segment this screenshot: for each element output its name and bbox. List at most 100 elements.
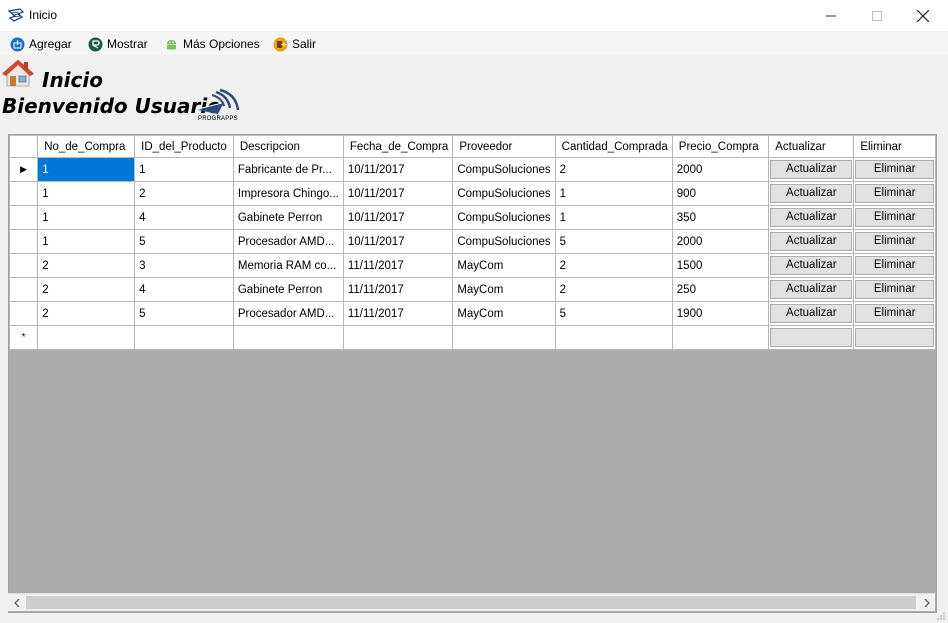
column-header[interactable]: Cantidad_Comprada: [554, 135, 673, 158]
table-row[interactable]: 1 4 Gabinete Perron 10/11/2017 CompuSolucion…: [9, 205, 936, 230]
grid-cell[interactable]: 5: [134, 301, 234, 326]
column-header[interactable]: No_de_Compra: [37, 135, 136, 158]
update-button[interactable]: Actualizar: [770, 256, 853, 275]
row-header[interactable]: [9, 253, 39, 278]
grid-cell[interactable]: 10/11/2017: [342, 229, 454, 254]
grid-cell[interactable]: 2: [134, 181, 234, 206]
grid-cell[interactable]: 2: [554, 277, 673, 302]
grid-cell[interactable]: Fabricante de Pr...: [232, 157, 344, 182]
grid-cell[interactable]: CompuSoluciones: [452, 229, 556, 254]
grid-cell[interactable]: 250: [671, 277, 770, 302]
maximize-button[interactable]: [854, 0, 900, 31]
grid-cell[interactable]: Impresora Chingo...: [232, 181, 344, 206]
grid-cell[interactable]: 900: [671, 181, 770, 206]
corner-header[interactable]: [9, 135, 39, 158]
update-button[interactable]: Actualizar: [770, 160, 853, 179]
row-header[interactable]: [9, 205, 39, 230]
table-row[interactable]: 2 5 Procesador AMD... 11/11/2017 MayCom 5 1900…: [9, 301, 936, 326]
grid-cell[interactable]: 1: [37, 205, 136, 230]
menu-mas-opciones[interactable]: Más Opciones: [164, 35, 260, 53]
grid-cell[interactable]: 3: [134, 253, 234, 278]
grid-cell[interactable]: 5: [134, 229, 234, 254]
table-row[interactable]: ▶ 1 1 Fabricante de Pr... 10/11/2017 CompuSol…: [9, 157, 936, 182]
grid-cell[interactable]: CompuSoluciones: [452, 181, 556, 206]
table-row[interactable]: 2 4 Gabinete Perron 11/11/2017 MayCom 2 250 Act…: [9, 277, 936, 302]
grid-cell[interactable]: MayCom: [452, 253, 556, 278]
update-button[interactable]: Actualizar: [770, 184, 853, 203]
table-row[interactable]: 1 5 Procesador AMD... 10/11/2017 CompuSoluci…: [9, 229, 936, 254]
grid-cell[interactable]: CompuSoluciones: [452, 157, 556, 182]
grid-cell[interactable]: [342, 325, 454, 350]
grid-cell[interactable]: 1: [37, 181, 136, 206]
grid-cell[interactable]: [37, 325, 136, 350]
grid-cell[interactable]: 2000: [671, 229, 770, 254]
grid-cell[interactable]: 10/11/2017: [342, 181, 454, 206]
table-row[interactable]: 2 3 Memoria RAM co... 11/11/2017 MayCom 2 1500…: [9, 253, 936, 278]
grid-cell[interactable]: 11/11/2017: [342, 253, 454, 278]
row-header[interactable]: [9, 301, 39, 326]
grid-cell[interactable]: 4: [134, 277, 234, 302]
delete-button[interactable]: Eliminar: [855, 280, 934, 299]
grid-cell[interactable]: MayCom: [452, 277, 556, 302]
scroll-right-button[interactable]: [918, 594, 935, 611]
grid-cell[interactable]: [134, 325, 234, 350]
menu-mostrar[interactable]: Mostrar: [88, 35, 148, 53]
update-button[interactable]: [770, 328, 853, 347]
column-header[interactable]: Fecha_de_Compra: [342, 135, 454, 158]
delete-button[interactable]: [855, 328, 934, 347]
grid-cell[interactable]: 2: [37, 301, 136, 326]
delete-button[interactable]: Eliminar: [855, 256, 934, 275]
column-header[interactable]: Actualizar: [768, 135, 855, 158]
grid-cell[interactable]: [232, 325, 344, 350]
grid-cell[interactable]: 2000: [671, 157, 770, 182]
delete-button[interactable]: Eliminar: [855, 304, 934, 323]
column-header[interactable]: Descripcion: [232, 135, 344, 158]
grid-cell[interactable]: 1: [554, 181, 673, 206]
column-header[interactable]: Proveedor: [452, 135, 556, 158]
resize-grip-icon[interactable]: [936, 611, 946, 621]
column-header[interactable]: Eliminar: [853, 135, 936, 158]
grid-cell[interactable]: Gabinete Perron: [232, 205, 344, 230]
menu-salir[interactable]: Salir: [273, 35, 316, 53]
current-row-indicator[interactable]: ▶: [9, 157, 39, 182]
update-button[interactable]: Actualizar: [770, 208, 853, 227]
update-button[interactable]: Actualizar: [770, 232, 853, 251]
grid-cell[interactable]: 10/11/2017: [342, 157, 454, 182]
grid-cell[interactable]: 350: [671, 205, 770, 230]
grid-cell[interactable]: 1500: [671, 253, 770, 278]
grid-cell[interactable]: MayCom: [452, 301, 556, 326]
delete-button[interactable]: Eliminar: [855, 184, 934, 203]
table-row[interactable]: 1 2 Impresora Chingo... 10/11/2017 CompuSolu…: [9, 181, 936, 206]
grid-cell[interactable]: 2: [37, 253, 136, 278]
close-button[interactable]: [900, 0, 946, 31]
new-row[interactable]: *: [9, 325, 936, 350]
scrollbar-thumb[interactable]: [26, 596, 916, 609]
delete-button[interactable]: Eliminar: [855, 160, 934, 179]
grid-cell[interactable]: 10/11/2017: [342, 205, 454, 230]
row-header[interactable]: [9, 277, 39, 302]
grid-cell[interactable]: 11/11/2017: [342, 277, 454, 302]
row-header[interactable]: [9, 229, 39, 254]
grid-cell[interactable]: 1: [554, 205, 673, 230]
new-row-indicator[interactable]: *: [9, 325, 39, 350]
delete-button[interactable]: Eliminar: [855, 232, 934, 251]
grid-cell[interactable]: 2: [37, 277, 136, 302]
grid-cell[interactable]: [671, 325, 770, 350]
scroll-left-button[interactable]: [8, 594, 25, 611]
grid-cell[interactable]: 2: [554, 157, 673, 182]
grid-cell[interactable]: Procesador AMD...: [232, 229, 344, 254]
minimize-button[interactable]: [808, 0, 854, 31]
row-header[interactable]: [9, 181, 39, 206]
grid-cell[interactable]: 1: [37, 229, 136, 254]
grid-cell[interactable]: 11/11/2017: [342, 301, 454, 326]
grid-cell[interactable]: Memoria RAM co...: [232, 253, 344, 278]
column-header[interactable]: Precio_Compra: [671, 135, 770, 158]
grid-cell[interactable]: 1: [134, 157, 234, 182]
grid-cell[interactable]: 5: [554, 301, 673, 326]
grid-cell[interactable]: 4: [134, 205, 234, 230]
grid-cell[interactable]: CompuSoluciones: [452, 205, 556, 230]
grid-cell[interactable]: [452, 325, 556, 350]
update-button[interactable]: Actualizar: [770, 304, 853, 323]
horizontal-scrollbar[interactable]: [8, 593, 935, 611]
menu-agregar[interactable]: Agregar: [10, 35, 72, 53]
